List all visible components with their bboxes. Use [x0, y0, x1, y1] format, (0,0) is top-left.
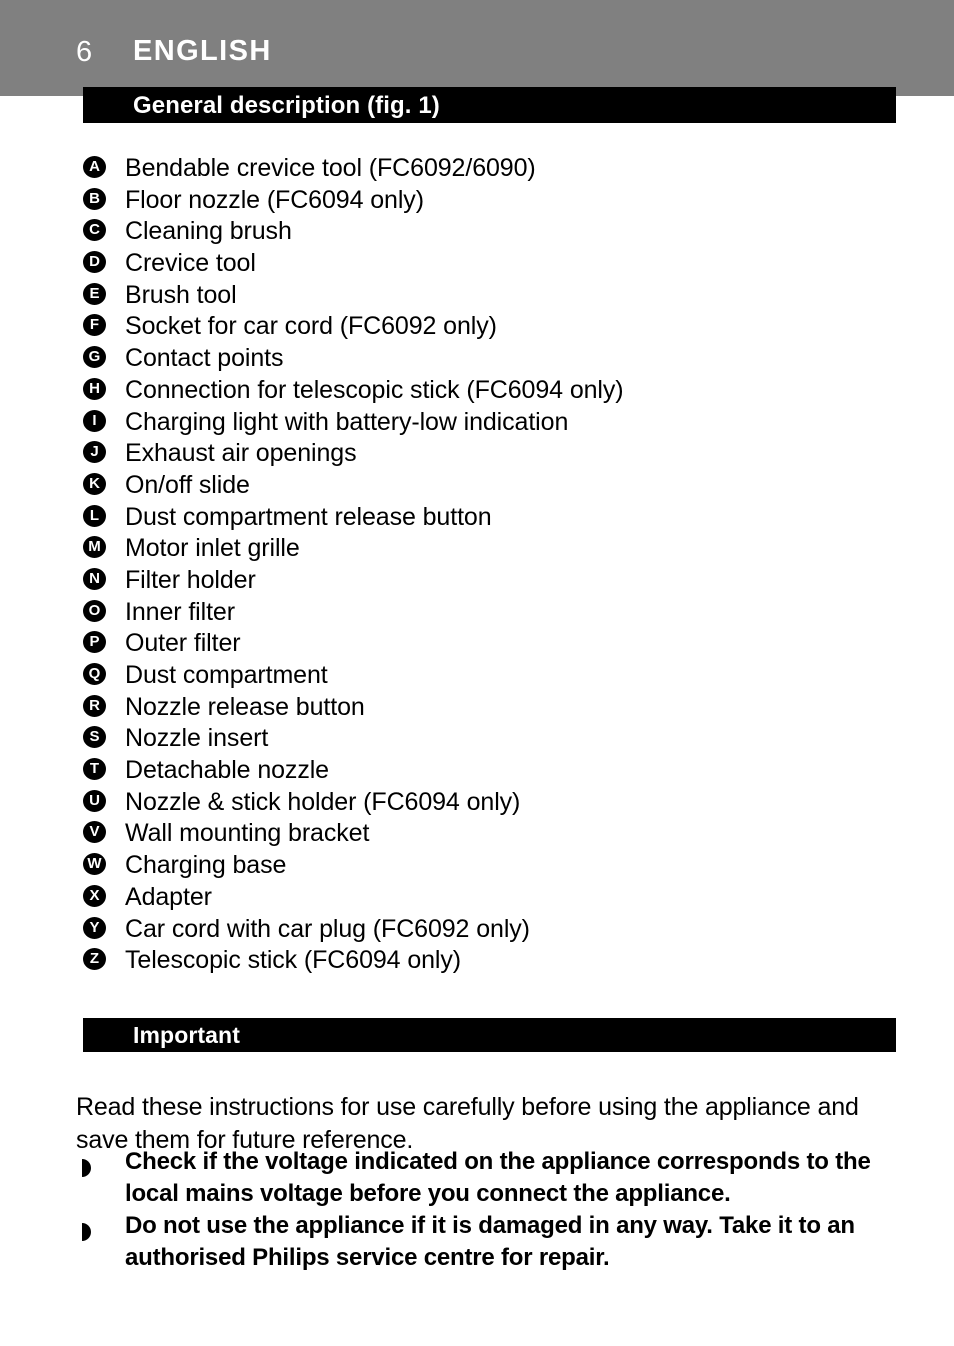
half-disc-bullet-icon: [82, 1223, 91, 1241]
part-label: Outer filter: [125, 629, 241, 658]
part-label: Contact points: [125, 344, 284, 373]
chapter-title: ENGLISH: [133, 35, 272, 67]
part-letter-badge: A: [83, 156, 106, 178]
parts-list: A Bendable crevice tool (FC6092/6090) B Flo…: [83, 153, 913, 977]
part-letter-badge: P: [83, 631, 106, 654]
page-number: 6: [76, 36, 93, 68]
page-header-band: 6 ENGLISH: [0, 0, 954, 96]
part-letter-badge: T: [83, 758, 106, 781]
part-label: Wall mounting bracket: [125, 819, 370, 848]
part-label: Cleaning brush: [125, 217, 292, 246]
part-list-item: D Crevice tool: [83, 248, 913, 280]
part-list-item: Y Car cord with car plug (FC6092 only): [83, 914, 913, 946]
part-label: Exhaust air openings: [125, 439, 357, 468]
part-list-item: J Exhaust air openings: [83, 438, 913, 470]
part-letter-badge: N: [83, 567, 106, 590]
part-list-item: E Brush tool: [83, 280, 913, 312]
warning-text: Check if the voltage indicated on the ap…: [125, 1148, 871, 1207]
part-letter-badge: W: [83, 853, 106, 876]
part-label: Charging light with battery-low indicati…: [125, 407, 569, 436]
part-letter-badge: C: [83, 219, 106, 242]
part-letter-badge: B: [83, 187, 106, 210]
section-bar-general-description-label: General description (fig. 1): [133, 92, 440, 119]
part-list-item: B Floor nozzle (FC6094 only): [83, 185, 913, 217]
part-list-item: I Charging light with battery-low indicat…: [83, 407, 913, 439]
warning-list-item: Do not use the appliance if it is damage…: [76, 1210, 896, 1274]
part-list-item: S Nozzle insert: [83, 723, 913, 755]
part-letter-badge: M: [83, 536, 106, 559]
warning-list-item: Check if the voltage indicated on the ap…: [76, 1146, 896, 1210]
part-letter-badge: H: [83, 377, 106, 400]
part-list-item: Z Telescopic stick (FC6094 only): [83, 945, 913, 977]
section-bar-general-description: General description (fig. 1): [83, 87, 896, 123]
part-list-item: A Bendable crevice tool (FC6092/6090): [83, 153, 913, 185]
part-list-item: R Nozzle release button: [83, 692, 913, 724]
part-label: Nozzle & stick holder (FC6094 only): [125, 787, 521, 816]
part-letter-badge: L: [83, 504, 106, 527]
part-letter-badge: F: [83, 314, 106, 337]
part-label: Socket for car cord (FC6092 only): [125, 312, 497, 341]
part-label: Telescopic stick (FC6094 only): [125, 946, 462, 975]
part-list-item: V Wall mounting bracket: [83, 818, 913, 850]
part-list-item: P Outer filter: [83, 628, 913, 660]
part-label: Dust compartment release button: [125, 502, 492, 531]
part-label: Brush tool: [125, 280, 237, 309]
part-label: Car cord with car plug (FC6092 only): [125, 914, 530, 943]
part-list-item: K On/off slide: [83, 470, 913, 502]
part-list-item: L Dust compartment release button: [83, 502, 913, 534]
part-letter-badge: K: [83, 472, 106, 495]
part-letter-badge: D: [83, 251, 106, 274]
warning-list: Check if the voltage indicated on the ap…: [76, 1146, 896, 1274]
part-label: Motor inlet grille: [125, 534, 300, 563]
part-label: Detachable nozzle: [125, 756, 329, 785]
part-letter-badge: Y: [83, 916, 106, 939]
part-letter-badge: Q: [83, 663, 106, 685]
warning-text: Do not use the appliance if it is damage…: [125, 1212, 855, 1271]
part-letter-badge: V: [83, 821, 106, 844]
part-list-item: H Connection for telescopic stick (FC6094…: [83, 375, 913, 407]
part-letter-badge: G: [83, 346, 106, 369]
part-list-item: U Nozzle & stick holder (FC6094 only): [83, 787, 913, 819]
part-letter-badge: R: [83, 694, 106, 717]
part-list-item: T Detachable nozzle: [83, 755, 913, 787]
section-bar-important: Important: [83, 1018, 896, 1052]
part-letter-badge: S: [83, 726, 106, 749]
part-letter-badge: Z: [83, 948, 106, 971]
part-letter-badge: I: [83, 409, 106, 432]
part-list-item: O Inner filter: [83, 597, 913, 629]
part-letter-badge: X: [83, 884, 106, 907]
part-letter-badge: O: [83, 599, 106, 622]
part-letter-badge: U: [83, 789, 106, 812]
part-list-item: M Motor inlet grille: [83, 533, 913, 565]
part-label: Floor nozzle (FC6094 only): [125, 185, 424, 214]
part-list-item: X Adapter: [83, 882, 913, 914]
part-label: Bendable crevice tool (FC6092/6090): [125, 154, 536, 182]
part-list-item: G Contact points: [83, 343, 913, 375]
part-letter-badge: E: [83, 282, 106, 305]
section-bar-important-label: Important: [133, 1022, 240, 1048]
part-list-item: C Cleaning brush: [83, 216, 913, 248]
part-list-item: N Filter holder: [83, 565, 913, 597]
part-label: Connection for telescopic stick (FC6094 …: [125, 375, 624, 404]
part-label: Crevice tool: [125, 249, 256, 278]
part-label: Nozzle insert: [125, 724, 269, 753]
half-disc-bullet-icon: [82, 1159, 91, 1177]
part-label: Adapter: [125, 882, 212, 911]
part-label: On/off slide: [125, 470, 250, 499]
part-label: Charging base: [125, 851, 287, 880]
part-list-item: F Socket for car cord (FC6092 only): [83, 311, 913, 343]
part-label: Nozzle release button: [125, 692, 365, 721]
part-list-item: W Charging base: [83, 850, 913, 882]
part-letter-badge: J: [83, 441, 106, 464]
part-label: Dust compartment: [125, 661, 328, 689]
part-label: Filter holder: [125, 565, 256, 594]
part-list-item: Q Dust compartment: [83, 660, 913, 692]
part-label: Inner filter: [125, 597, 235, 626]
